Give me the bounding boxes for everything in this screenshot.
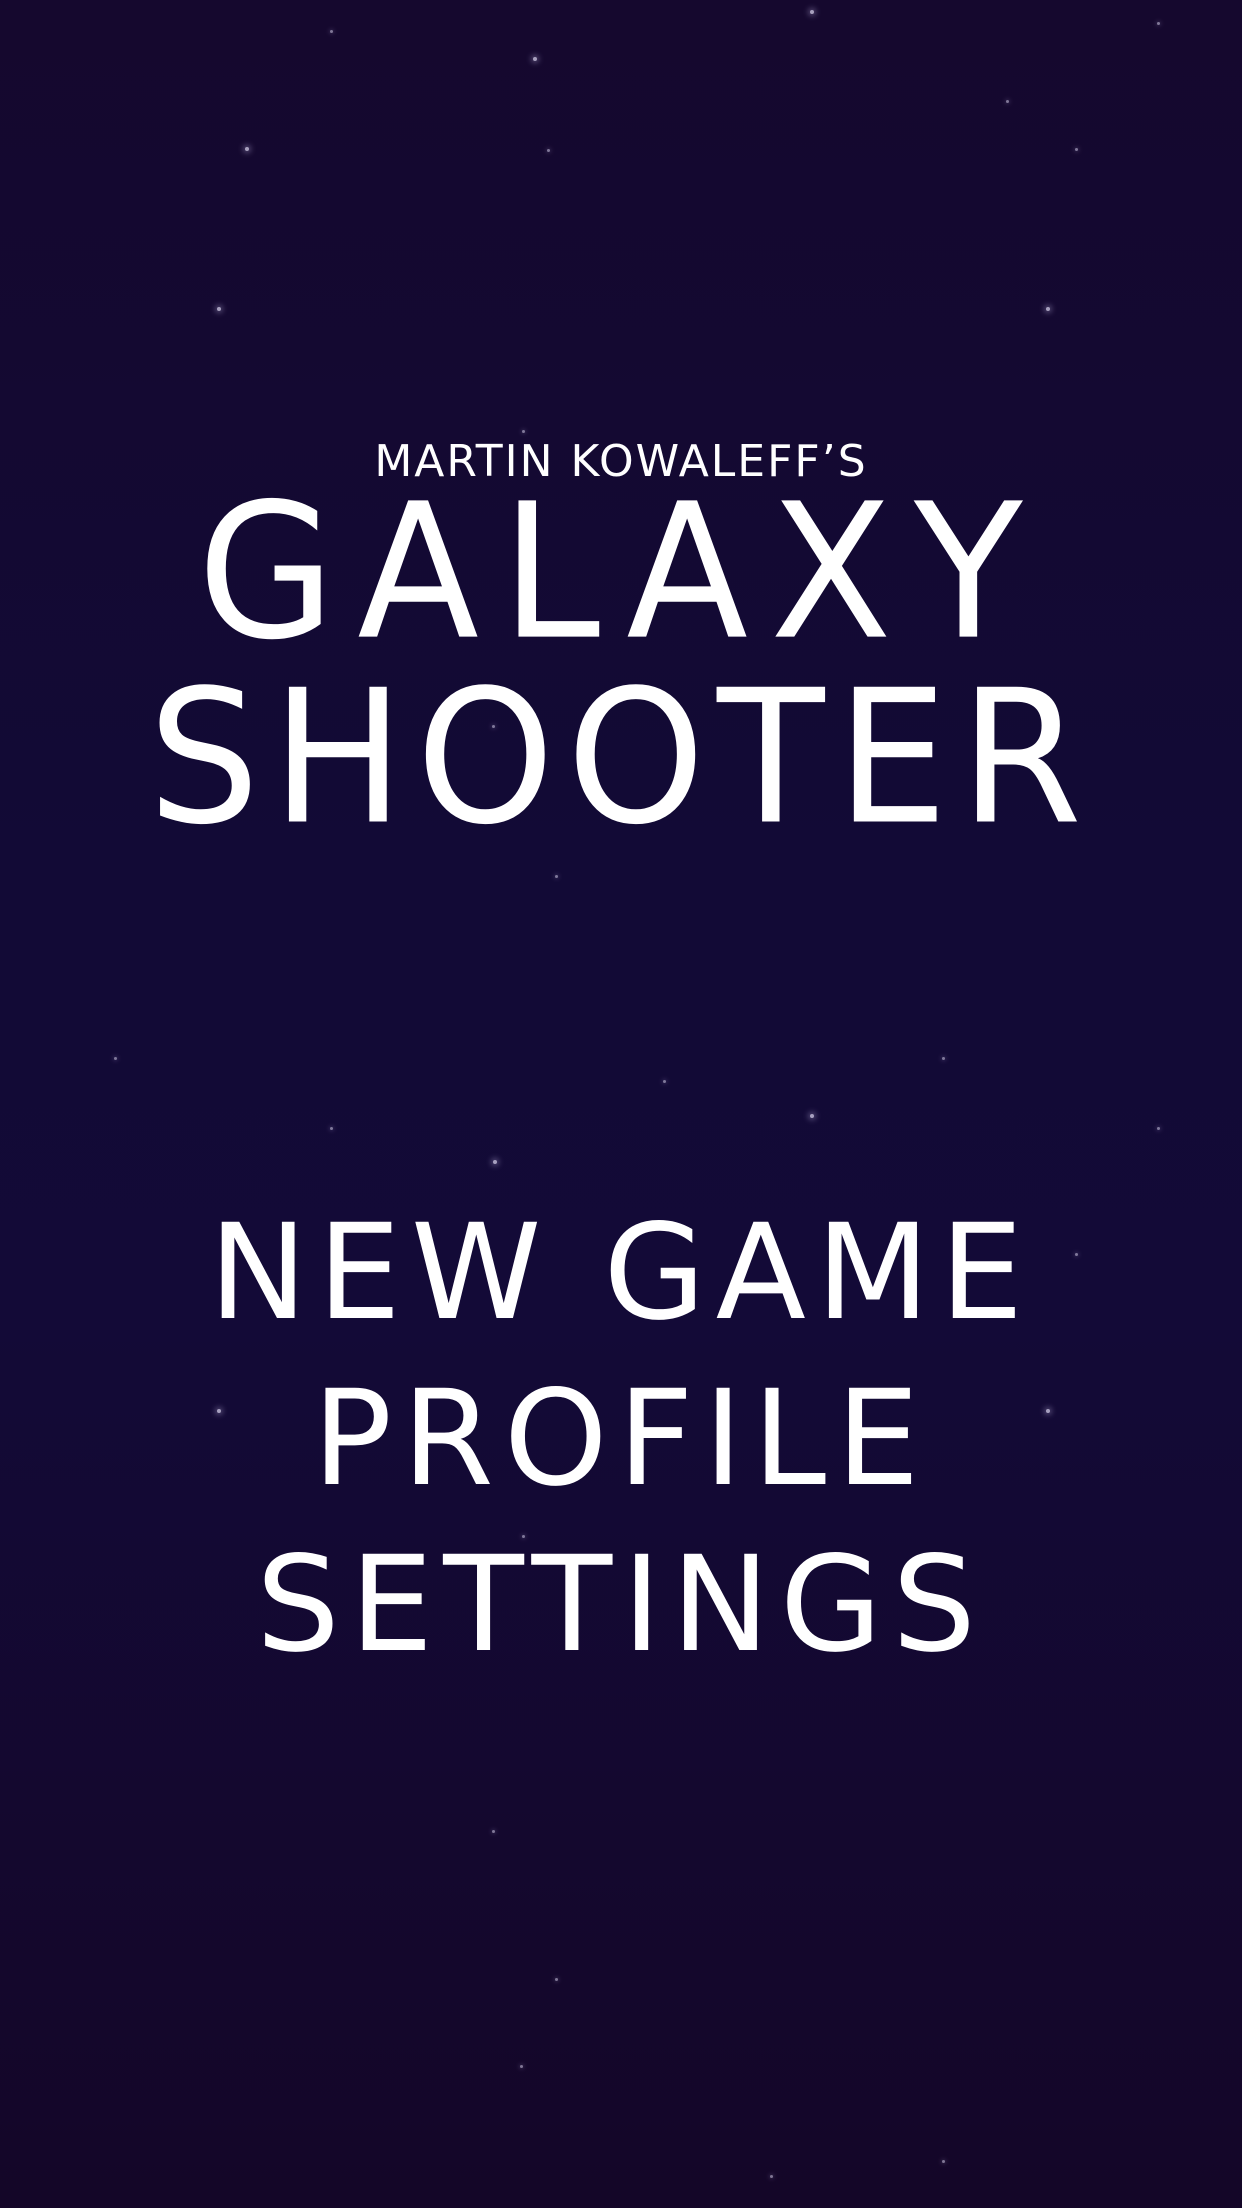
star bbox=[810, 10, 814, 14]
star bbox=[493, 1160, 497, 1164]
star bbox=[770, 2175, 773, 2178]
star bbox=[555, 875, 558, 878]
settings-button[interactable]: SETTINGS bbox=[256, 1522, 986, 1688]
star bbox=[555, 1978, 558, 1981]
star bbox=[942, 2160, 945, 2163]
star bbox=[533, 57, 537, 61]
star bbox=[1006, 100, 1009, 103]
star bbox=[1075, 148, 1078, 151]
star bbox=[547, 149, 550, 152]
star bbox=[330, 1127, 333, 1130]
game-logo: MARTIN KOWALEFF’S GALAXY SHOOTER bbox=[0, 440, 1242, 851]
main-menu: NEW GAME PROFILE SETTINGS bbox=[0, 1190, 1242, 1688]
star bbox=[492, 1830, 495, 1833]
star bbox=[942, 1057, 945, 1060]
profile-button[interactable]: PROFILE bbox=[312, 1356, 929, 1522]
star bbox=[114, 1057, 117, 1060]
starfield-background bbox=[0, 0, 1242, 2208]
game-title-line2: SHOOTER bbox=[147, 650, 1095, 866]
star bbox=[217, 307, 221, 311]
star bbox=[810, 1114, 814, 1118]
star bbox=[522, 430, 525, 433]
star bbox=[663, 1080, 666, 1083]
star bbox=[520, 2065, 523, 2068]
star bbox=[1157, 1127, 1160, 1130]
star bbox=[245, 147, 249, 151]
new-game-button[interactable]: NEW GAME bbox=[209, 1190, 1034, 1356]
game-title-line1: GALAXY bbox=[197, 463, 1045, 681]
star bbox=[1157, 22, 1160, 25]
star bbox=[330, 30, 333, 33]
game-title: GALAXY SHOOTER bbox=[0, 479, 1242, 851]
star bbox=[1046, 307, 1050, 311]
